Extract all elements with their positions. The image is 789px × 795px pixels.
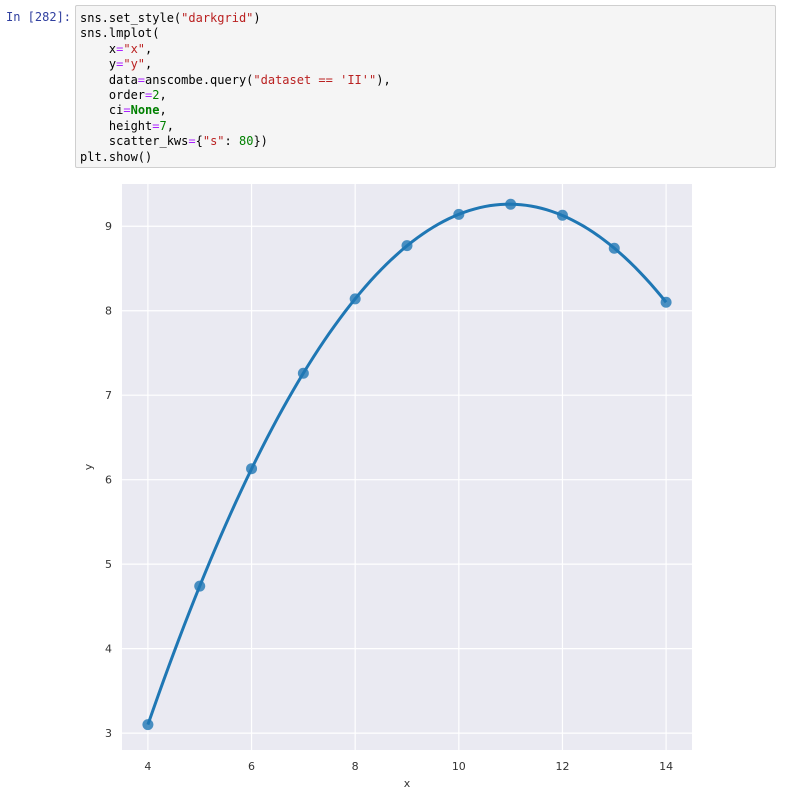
code-token: "darkgrid" bbox=[181, 11, 254, 25]
code-token: "y" bbox=[123, 57, 146, 72]
regression-plot: 4 6 8 10 12 14 3 4 5 6 7 8 9 x y bbox=[82, 184, 692, 788]
code-token: data bbox=[80, 72, 138, 87]
scatter-point bbox=[297, 367, 309, 379]
x-axis-label: x bbox=[404, 777, 411, 788]
code-token: }) bbox=[253, 134, 268, 149]
code-line: sns.lmplot( bbox=[80, 26, 771, 41]
code-token: anscombe.query( bbox=[145, 72, 254, 87]
x-tick-label: 10 bbox=[452, 760, 466, 773]
y-tick-label: 8 bbox=[105, 305, 112, 318]
code-line: sns.set_style("darkgrid") bbox=[80, 11, 771, 26]
code-token: ) bbox=[253, 11, 261, 25]
code-cell-input[interactable]: sns.set_style("darkgrid") sns.lmplot( x="… bbox=[75, 5, 776, 168]
x-tick-label: 14 bbox=[659, 760, 673, 773]
x-tick-label: 6 bbox=[248, 760, 255, 773]
code-token: , bbox=[159, 103, 167, 118]
code-line: data=anscombe.query("dataset == 'II'"), bbox=[80, 73, 771, 88]
code-token: plt.show() bbox=[80, 149, 153, 164]
code-token: order bbox=[80, 88, 146, 103]
y-axis-label: y bbox=[82, 463, 95, 470]
code-line: ci=None, bbox=[80, 103, 771, 118]
code-token: sns.lmplot( bbox=[80, 26, 160, 41]
code-token: "x" bbox=[123, 41, 146, 56]
code-token: , bbox=[145, 41, 153, 56]
code-token: height bbox=[80, 118, 153, 133]
scatter-point bbox=[194, 580, 206, 592]
code-token: sns.set_style( bbox=[80, 11, 182, 25]
code-token: { bbox=[195, 134, 203, 149]
code-token: 2 bbox=[152, 88, 160, 103]
code-line: y="y", bbox=[80, 57, 771, 72]
y-tick-label: 9 bbox=[105, 220, 112, 233]
scatter-point bbox=[349, 293, 361, 305]
scatter-point bbox=[660, 296, 672, 308]
y-tick-label: 3 bbox=[105, 727, 112, 740]
y-tick-label: 4 bbox=[105, 643, 112, 656]
code-token: ci bbox=[80, 103, 124, 118]
code-line: plt.show() bbox=[80, 150, 771, 165]
code-token: "dataset == 'II'" bbox=[253, 72, 377, 87]
code-token: x bbox=[80, 41, 117, 56]
scatter-point bbox=[608, 242, 620, 254]
code-token: , bbox=[159, 88, 167, 103]
code-token: 7 bbox=[159, 118, 167, 133]
scatter-point bbox=[453, 208, 465, 220]
code-token: "s" bbox=[202, 134, 225, 149]
code-token: , bbox=[166, 118, 174, 133]
code-line: scatter_kws={"s": 80}) bbox=[80, 134, 771, 149]
y-tick-label: 6 bbox=[105, 474, 112, 487]
cell-prompt: In [282]: bbox=[6, 10, 72, 24]
y-tick-label: 5 bbox=[105, 558, 112, 571]
x-tick-label: 12 bbox=[555, 760, 569, 773]
scatter-point bbox=[246, 463, 258, 475]
code-token: = bbox=[188, 134, 196, 149]
x-tick-label: 8 bbox=[352, 760, 359, 773]
code-token: 80 bbox=[238, 134, 254, 149]
scatter-point bbox=[505, 198, 517, 210]
code-token: = bbox=[123, 103, 131, 118]
scatter-point bbox=[401, 240, 413, 252]
plot-area bbox=[122, 184, 692, 750]
code-token: y bbox=[80, 57, 117, 72]
x-tick-label: 4 bbox=[144, 760, 151, 773]
code-token: , bbox=[145, 57, 153, 72]
scatter-point bbox=[142, 719, 154, 731]
code-token: : bbox=[224, 134, 239, 149]
code-token: scatter_kws bbox=[80, 134, 189, 149]
y-tick-label: 7 bbox=[105, 389, 112, 402]
code-line: height=7, bbox=[80, 119, 771, 134]
code-line: order=2, bbox=[80, 88, 771, 103]
code-token: = bbox=[137, 72, 146, 87]
code-token: None bbox=[130, 103, 160, 118]
code-token: ), bbox=[376, 72, 391, 87]
scatter-point bbox=[556, 209, 568, 221]
code-line: x="x", bbox=[80, 42, 771, 57]
cell-output: 4 6 8 10 12 14 3 4 5 6 7 8 9 x y bbox=[75, 176, 776, 788]
